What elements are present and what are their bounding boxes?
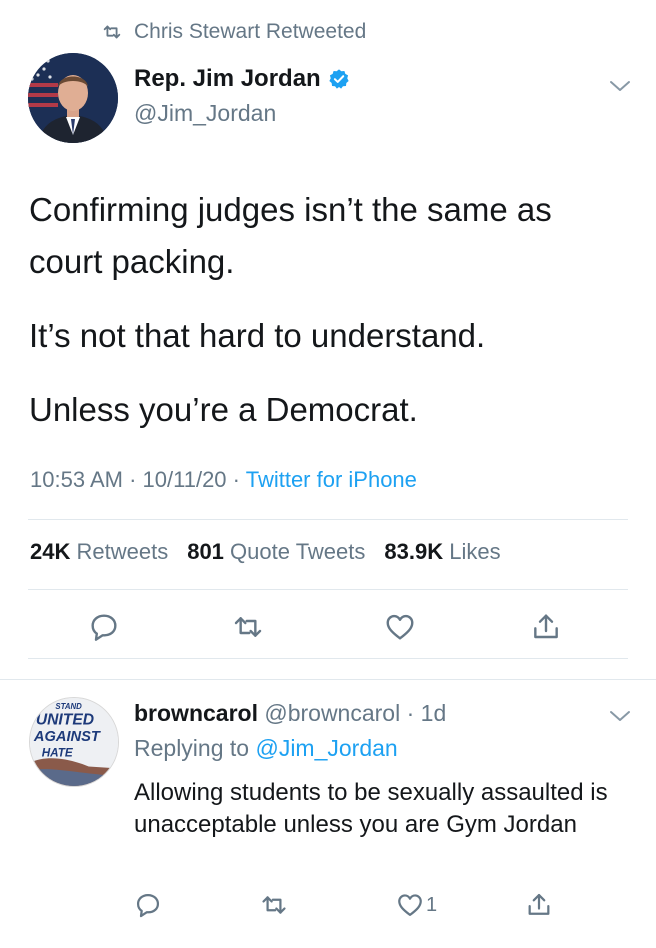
like-icon [386, 614, 414, 640]
like-button[interactable] [384, 606, 416, 648]
reply-age: 1d [420, 700, 447, 726]
likes-stat[interactable]: 83.9K Likes [384, 539, 500, 565]
tweet-date[interactable]: 10/11/20 [143, 467, 227, 492]
reply-author-name[interactable]: browncarol [134, 700, 258, 726]
retweet-button[interactable] [232, 606, 264, 648]
tweet-time[interactable]: 10:53 AM [30, 467, 123, 492]
tweet-actions [0, 606, 656, 648]
divider [28, 589, 628, 590]
quote-tweets-label: Quote Tweets [230, 539, 366, 564]
avatar-sign-text: STAND [55, 702, 82, 711]
like-count: 1 [426, 893, 438, 916]
retweet-icon [262, 896, 286, 914]
reply-icon [136, 893, 160, 918]
reply-text: Allowing students to be sexually assault… [134, 779, 608, 838]
share-button[interactable] [525, 884, 553, 926]
divider [28, 519, 628, 520]
tweet-text: Confirming judges isn’t the same as cour… [29, 184, 629, 436]
likes-label: Likes [449, 539, 501, 564]
reply-author-handle[interactable]: @browncarol [264, 700, 400, 726]
divider [28, 658, 628, 659]
author-handle: @Jim_Jordan [134, 100, 277, 126]
chevron-down-icon[interactable] [609, 79, 631, 93]
meta-separator: · [406, 700, 415, 726]
avatar-sign-text: UNITED [36, 711, 94, 728]
reply-icon [91, 614, 117, 641]
like-button[interactable]: 1 [396, 884, 437, 926]
tweet-paragraph: Unless you’re a Democrat. [29, 391, 418, 428]
meta-separator: · [129, 467, 137, 492]
share-icon [528, 893, 550, 915]
tweet-paragraph: It’s not that hard to understand. [29, 317, 486, 354]
reply-button[interactable] [134, 884, 162, 926]
divider [0, 679, 656, 680]
verified-badge-icon [329, 69, 349, 89]
replying-mention-link[interactable]: @Jim_Jordan [255, 735, 397, 761]
meta-separator: · [232, 467, 240, 492]
chevron-down-icon[interactable] [609, 709, 631, 723]
retweet-icon [103, 25, 121, 39]
tweet-source-link[interactable]: Twitter for iPhone [246, 467, 417, 492]
replying-prefix: Replying to [134, 735, 250, 761]
likes-count: 83.9K [384, 539, 444, 564]
avatar-sign-text: AGAINST [33, 729, 101, 745]
share-button[interactable] [530, 606, 562, 648]
replying-to: Replying to @Jim_Jordan [134, 735, 398, 762]
tweet-paragraph: Confirming judges isn’t the same as cour… [29, 191, 552, 280]
retweets-count: 24K [30, 539, 71, 564]
reply-actions: 1 [0, 884, 656, 926]
retweets-stat[interactable]: 24K Retweets [30, 539, 168, 565]
quote-tweets-count: 801 [187, 539, 224, 564]
retweet-button[interactable] [260, 884, 288, 926]
retweet-icon [234, 617, 262, 637]
like-icon [398, 894, 422, 917]
avatar-sign-text: HATE [42, 747, 74, 760]
retweet-context-label: Chris Stewart Retweeted [134, 20, 367, 43]
author-name: Rep. Jim Jordan [134, 65, 321, 92]
tweet-meta: 10:53 AM · 10/11/20 · Twitter for iPhone [30, 467, 417, 493]
tweet-stats: 24K Retweets 801 Quote Tweets 83.9K Like… [30, 539, 520, 565]
reply-avatar[interactable]: STAND UNITED AGAINST HATE [29, 697, 119, 787]
reply-header: browncarol @browncarol · 1d [134, 700, 446, 727]
avatar[interactable] [28, 53, 118, 143]
share-icon [534, 614, 558, 639]
retweets-label: Retweets [76, 539, 169, 564]
quote-tweets-stat[interactable]: 801 Quote Tweets [187, 539, 365, 565]
reply-button[interactable] [88, 606, 120, 648]
tweet-author[interactable]: Rep. Jim Jordan @Jim_Jordan [134, 64, 350, 127]
